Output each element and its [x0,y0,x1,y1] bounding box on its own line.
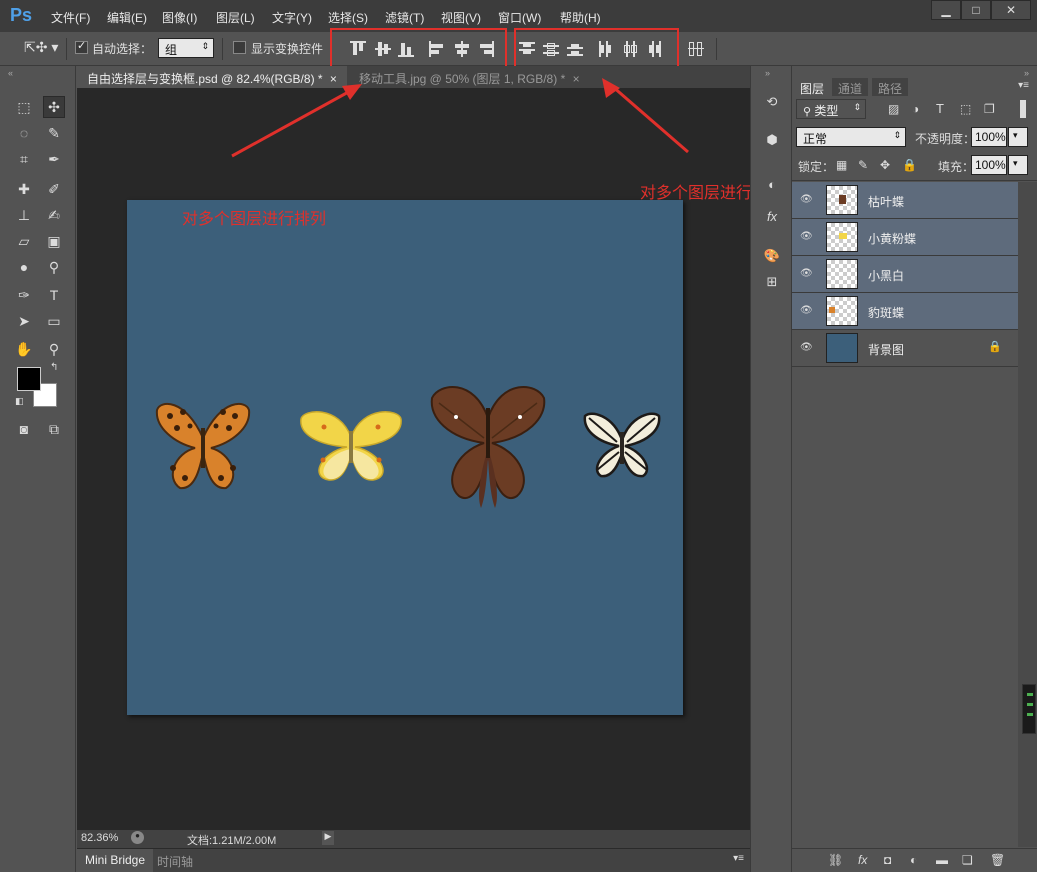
layer-name[interactable]: 背景图 [868,341,904,358]
expand-icon[interactable]: » [765,68,770,78]
adjustment-layer-icon[interactable]: ◐ [910,853,917,867]
visibility-eye-icon[interactable]: 👁 [800,342,814,353]
history-panel-icon[interactable]: ⟲ [762,92,782,112]
search-icon: ⚲ [803,106,812,118]
foreground-color-swatch[interactable] [17,367,41,391]
filter-toggle[interactable] [1020,100,1026,118]
tab-layers[interactable]: 图层 [794,78,831,96]
fill-label: 填充： [938,160,975,174]
tab-timeline[interactable]: 时间轴 [151,849,199,872]
layer-row[interactable]: 👁 小黄粉蝶 [792,219,1018,256]
layers-bottom-bar: ⛓ fx ◘ ◐ ▬ ❏ 🗑 [792,848,1037,872]
lock-all-icon[interactable]: 🔒 [902,158,917,172]
opacity-input[interactable]: 100% [971,127,1007,147]
grid-panel-icon[interactable]: ⊞ [762,272,782,292]
opacity-label: 不透明度： [915,132,976,146]
visibility-eye-icon[interactable]: 👁 [800,194,814,205]
layer-thumbnail [826,333,858,363]
lock-icon: 🔒 [988,341,1002,353]
color-panel-icon[interactable]: ◐ [762,174,782,194]
thumbnail-butterfly-icon [829,307,835,313]
status-menu-arrow-icon[interactable]: ▶ [322,831,334,845]
tab-paths[interactable]: 路径 [872,78,909,96]
zoom-level[interactable]: 82.36% [81,832,118,844]
lock-transparent-icon[interactable]: ▦ [836,158,847,172]
layer-name[interactable]: 小黑白 [868,267,904,284]
filter-type-dropdown[interactable]: ⚲ 类型 ⇕ [796,99,866,119]
layer-row[interactable]: 👁 豹斑蝶 [792,293,1018,330]
layer-row[interactable]: 👁 小黑白 [792,256,1018,293]
styles-panel-icon[interactable]: fx [762,206,782,226]
fill-input[interactable]: 100% [971,155,1007,175]
layer-row[interactable]: 👁 背景图 🔒 [792,330,1018,367]
swatches-panel-icon[interactable]: 🎨 [762,246,782,266]
add-mask-icon[interactable]: ◘ [884,853,891,867]
layers-menu-icon[interactable]: ▾≡ [1018,80,1029,91]
opacity-slider-button[interactable]: ▾ [1008,127,1028,147]
layer-thumbnail [826,185,858,215]
thumbnail-butterfly-icon [839,233,847,239]
blend-mode-dropdown[interactable]: 正常 ⇕ [796,127,906,147]
layer-name[interactable]: 豹斑蝶 [868,304,904,321]
visibility-eye-icon[interactable]: 👁 [800,268,814,279]
filter-adjustment-icon[interactable]: ◑ [912,102,919,116]
collapse-panel-icon[interactable]: » [1024,68,1029,78]
layer-thumbnail [826,222,858,252]
side-meter [1022,684,1036,734]
filter-shape-icon[interactable]: ⬚ [960,102,971,116]
layer-thumbnail [826,296,858,326]
filter-smart-icon[interactable]: ❐ [984,102,995,116]
filter-pixel-icon[interactable]: ▨ [888,102,899,116]
visibility-eye-icon[interactable]: 👁 [800,305,814,316]
new-group-icon[interactable]: ▬ [936,853,948,867]
layers-scrollbar[interactable] [1018,182,1037,847]
visibility-eye-icon[interactable]: 👁 [800,231,814,242]
new-layer-icon[interactable]: ❏ [962,853,973,867]
thumbnail-butterfly-icon [839,195,846,204]
layer-thumbnail [826,259,858,289]
blend-mode-value: 正常 [803,132,828,146]
divider [792,180,1037,181]
bottom-panel-tabs: Mini Bridge 时间轴 ▾≡ [77,848,750,872]
fx-icon[interactable]: fx [858,853,867,867]
panel-dock: » ⟲ ⬢ ◐ fx 🎨 ⊞ [750,66,792,872]
layers-list: 👁 枯叶蝶 👁 小黄粉蝶 👁 小黑白 👁 豹斑蝶 👁 背景图 🔒 [792,182,1018,367]
fill-slider-button[interactable]: ▾ [1008,155,1028,175]
status-info-icon[interactable]: ● [131,831,144,844]
lock-label: 锁定： [798,160,835,174]
tab-channels[interactable]: 通道 [832,78,869,96]
panel-menu-icon[interactable]: ▾≡ [733,853,744,864]
layer-name[interactable]: 枯叶蝶 [868,193,904,210]
lock-pixels-icon[interactable]: ✎ [858,158,868,172]
link-layers-icon[interactable]: ⛓ [828,853,843,867]
tab-mini-bridge[interactable]: Mini Bridge [77,849,154,872]
document-size: 文档:1.21M/2.00M [187,835,277,847]
status-bar: 82.36% ● 文档:1.21M/2.00M ▶ [77,830,750,848]
lock-position-icon[interactable]: ✥ [880,158,890,172]
3d-panel-icon[interactable]: ⬢ [762,130,782,150]
delete-layer-icon[interactable]: 🗑 [990,853,1005,867]
layer-name[interactable]: 小黄粉蝶 [868,230,916,247]
layer-row[interactable]: 👁 枯叶蝶 [792,182,1018,219]
arrange-annotation: 对多个图层进行排列 [182,211,327,228]
filter-type-icon[interactable]: T [936,101,944,116]
filter-type-value: 类型 [814,104,839,118]
